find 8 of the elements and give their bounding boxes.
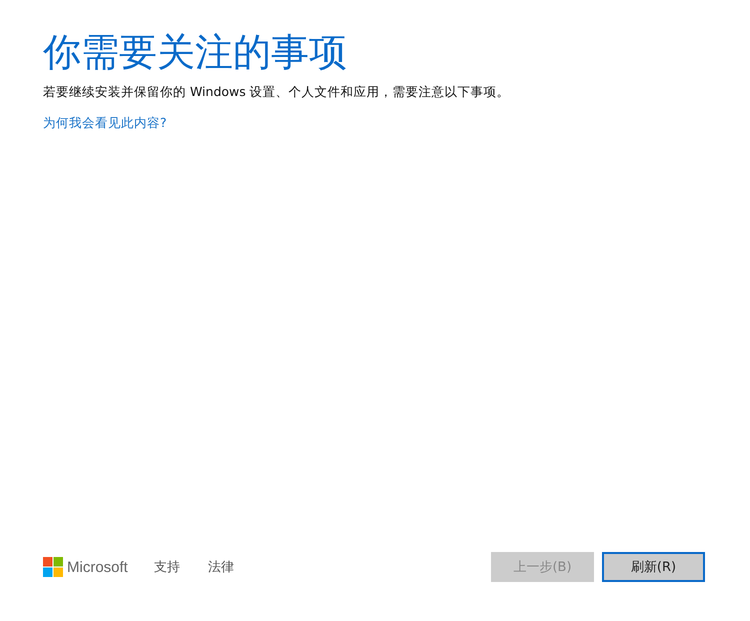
help-link[interactable]: 为何我会看见此内容? — [43, 114, 167, 132]
microsoft-logo-icon — [43, 557, 63, 577]
description: 若要继续安装并保留你的 Windows 设置、个人文件和应用，需要注意以下事项。 — [43, 84, 511, 101]
wizard-button[interactable]: 刷新(R) — [602, 552, 705, 582]
footer-link[interactable]: 法律 — [208, 558, 234, 576]
footer-link[interactable]: 支持 — [154, 558, 180, 576]
brand-name: Microsoft — [67, 558, 128, 576]
page-title: 你需要关注的事项 — [43, 30, 348, 76]
